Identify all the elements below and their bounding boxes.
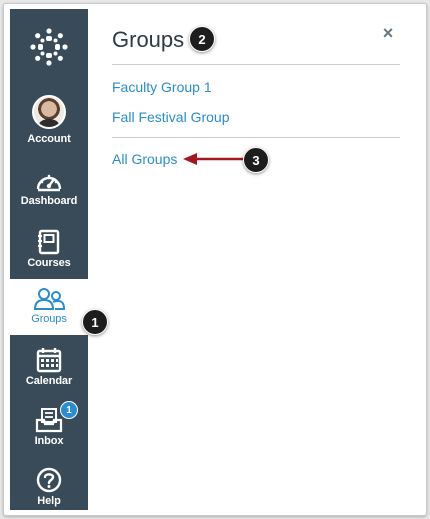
- divider: [112, 137, 400, 138]
- nav-item-label: Help: [37, 495, 61, 507]
- nav-item-label: Groups: [31, 313, 67, 325]
- nav-item-label: Courses: [27, 257, 71, 269]
- inbox-icon: [35, 408, 63, 433]
- nav-item-inbox[interactable]: 1 Inbox: [10, 399, 88, 455]
- nav-item-label: Inbox: [34, 435, 64, 447]
- nav-item-groups[interactable]: Groups: [10, 279, 88, 335]
- nav-item-dashboard[interactable]: Dashboard: [10, 161, 88, 219]
- nav-item-label: Dashboard: [20, 195, 78, 207]
- close-icon[interactable]: ×: [378, 23, 398, 43]
- step-callout-2: 2: [189, 26, 215, 52]
- group-link-fall-festival[interactable]: Fall Festival Group: [112, 109, 229, 125]
- nav-item-help[interactable]: Help: [10, 459, 88, 515]
- group-link-faculty[interactable]: Faculty Group 1: [112, 79, 212, 95]
- tray-title: Groups: [112, 27, 185, 52]
- divider: [112, 64, 400, 65]
- arrow-pointer: [183, 153, 245, 165]
- global-navigation: Account Dashboard Courses Groups Calenda…: [10, 9, 88, 510]
- nav-item-label: Account: [27, 133, 71, 145]
- avatar: [32, 95, 66, 129]
- all-groups-link[interactable]: All Groups: [112, 151, 177, 167]
- nav-item-courses[interactable]: Courses: [10, 221, 88, 279]
- canvas-logo-icon: [30, 28, 68, 66]
- calendar-icon: [36, 348, 62, 373]
- groups-icon: [33, 288, 65, 310]
- nav-item-calendar[interactable]: Calendar: [10, 339, 88, 395]
- courses-icon: [38, 229, 60, 255]
- canvas-logo[interactable]: [10, 19, 88, 83]
- unread-badge: 1: [60, 401, 78, 419]
- dashboard-icon: [36, 174, 62, 192]
- nav-item-label: Calendar: [25, 375, 73, 387]
- help-icon: [36, 467, 62, 493]
- nav-item-account[interactable]: Account: [10, 89, 88, 151]
- step-callout-3: 3: [243, 147, 269, 173]
- step-callout-1: 1: [82, 309, 108, 335]
